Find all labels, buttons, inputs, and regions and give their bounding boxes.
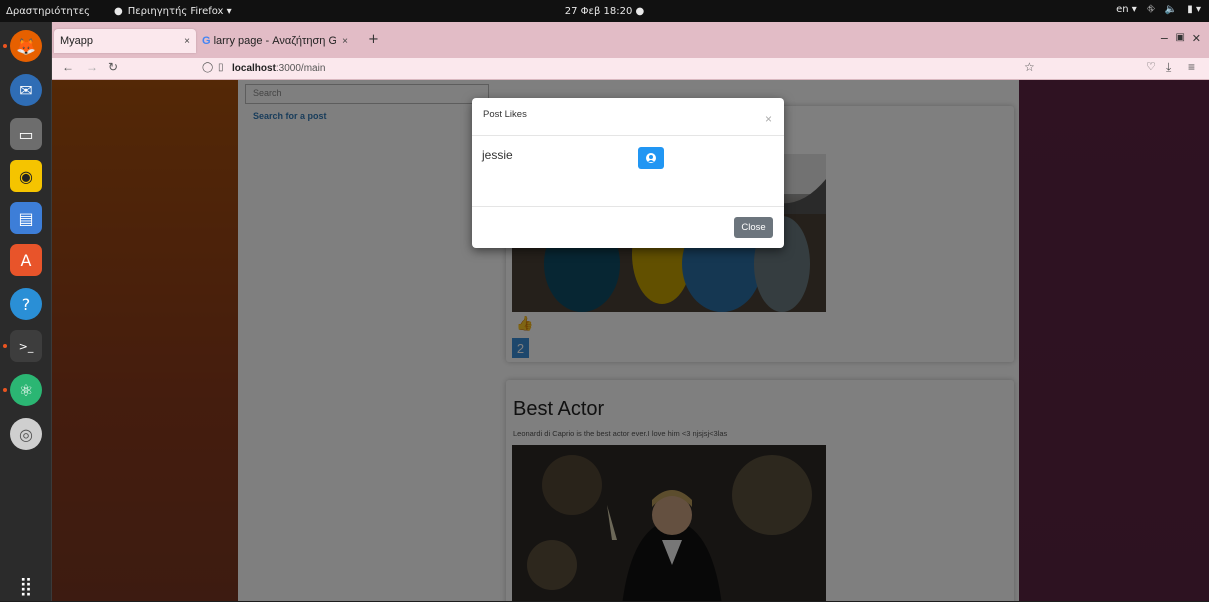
rhythmbox-icon[interactable]: ◉: [10, 160, 42, 192]
back-icon[interactable]: ←: [62, 60, 74, 74]
google-icon: G: [202, 35, 211, 47]
dock: 🦊 ✉ ▭ ◉ ▤ A ? >_ ⚛ ◎ ⣿: [0, 22, 52, 601]
modal-header: Post Likes ×: [472, 98, 784, 136]
network-icon: ⛗: [1146, 4, 1155, 15]
tab-label: Myapp: [60, 35, 94, 47]
terminal-icon[interactable]: >_: [10, 330, 42, 362]
thunderbird-icon[interactable]: ✉: [10, 74, 42, 106]
system-top-bar: Δραστηριότητες ● Περιηγητής Firefox ▾ 27…: [0, 0, 1209, 22]
show-apps-icon[interactable]: ⣿: [10, 570, 42, 602]
modal-title: Post Likes: [483, 109, 527, 120]
software-center-icon[interactable]: A: [10, 244, 42, 276]
maximize-icon[interactable]: ▣: [1176, 32, 1185, 43]
shield-icon[interactable]: ◯: [202, 62, 213, 73]
tab-search[interactable]: G larry page - Αναζήτηση G ×: [200, 29, 354, 53]
app-menu-label: Περιηγητής Firefox ▾: [127, 5, 232, 17]
forward-icon[interactable]: →: [86, 60, 98, 74]
tab-myapp[interactable]: Myapp ×: [54, 29, 196, 53]
web-page: Search Search for a post 👍 2: [52, 80, 1209, 601]
downloads-icon[interactable]: ⤓: [1166, 60, 1171, 75]
tab-bar: Myapp × G larry page - Αναζήτηση G × + −…: [52, 22, 1209, 58]
disc-icon[interactable]: ◎: [10, 418, 42, 450]
post-likes-modal: Post Likes × jessie Close: [472, 98, 784, 248]
url-bar[interactable]: localhost:3000/main: [232, 63, 325, 74]
url-path: :3000/main: [275, 63, 326, 74]
minimize-icon[interactable]: −: [1160, 32, 1169, 45]
close-tab-icon[interactable]: ×: [184, 36, 190, 47]
running-indicator: [3, 388, 7, 392]
activities-button[interactable]: Δραστηριότητες: [6, 6, 90, 17]
language-indicator[interactable]: en ▾: [1116, 4, 1137, 15]
user-profile-icon[interactable]: [638, 147, 664, 169]
atom-icon[interactable]: ⚛: [10, 374, 42, 406]
modal-footer-divider: [472, 206, 784, 207]
system-tray[interactable]: en ▾ ⛗ 🔈 ▮ ▾: [1116, 4, 1201, 15]
firefox-icon[interactable]: 🦊: [10, 30, 42, 62]
modal-close-icon[interactable]: ×: [765, 112, 772, 126]
files-icon[interactable]: ▭: [10, 118, 42, 150]
close-button[interactable]: Close: [734, 217, 773, 238]
page-icon[interactable]: ▯: [218, 62, 224, 73]
writer-icon[interactable]: ▤: [10, 202, 42, 234]
tab-label: larry page - Αναζήτηση G: [213, 35, 336, 47]
bookmark-star-icon[interactable]: ☆: [1024, 60, 1035, 74]
url-host: localhost: [232, 63, 276, 74]
help-icon[interactable]: ?: [10, 288, 42, 320]
nav-bar: ← → ↻ ◯ ▯ localhost:3000/main ☆ ♡ ⤓ ≡: [52, 58, 1209, 80]
volume-icon: 🔈: [1164, 4, 1178, 15]
new-tab-icon[interactable]: +: [368, 32, 379, 47]
battery-icon: ▮ ▾: [1187, 4, 1201, 15]
clock-label: 27 Φεβ 18:20: [564, 5, 633, 17]
menu-icon[interactable]: ≡: [1188, 60, 1195, 74]
liker-username: jessie: [482, 148, 513, 162]
close-tab-icon[interactable]: ×: [342, 36, 348, 47]
close-window-icon[interactable]: ✕: [1192, 32, 1201, 45]
reload-icon[interactable]: ↻: [108, 60, 118, 74]
pocket-icon[interactable]: ♡: [1146, 60, 1156, 73]
firefox-icon: ●: [113, 5, 123, 17]
app-menu[interactable]: ● Περιηγητής Firefox ▾: [114, 6, 232, 17]
running-indicator: [3, 44, 7, 48]
running-indicator: [3, 344, 7, 348]
